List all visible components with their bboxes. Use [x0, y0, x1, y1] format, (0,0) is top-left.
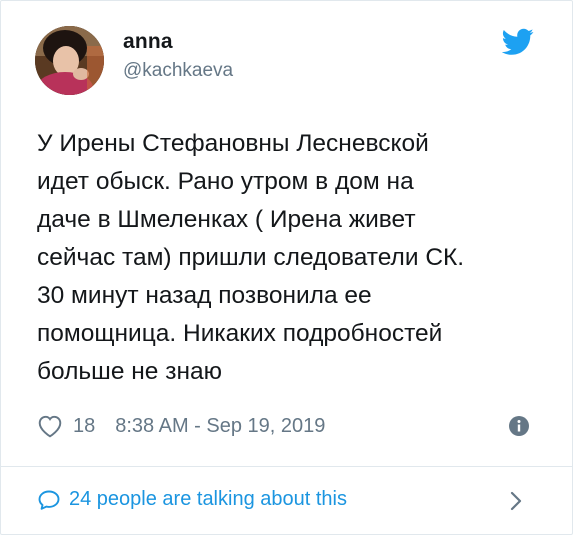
tweet-card: anna @kachkaeva У Ирены Стефановны Лесне…: [0, 0, 573, 535]
timestamp[interactable]: 8:38 AM - Sep 19, 2019: [115, 415, 325, 438]
speech-bubble-icon: [37, 489, 61, 511]
twitter-bird-icon[interactable]: [501, 28, 534, 56]
avatar[interactable]: [35, 26, 104, 95]
author-handle[interactable]: @kachkaeva: [123, 60, 233, 82]
talking-link[interactable]: 24 people are talking about this: [37, 488, 347, 511]
like-count[interactable]: 18: [73, 415, 95, 438]
avatar-image: [35, 26, 104, 95]
heart-icon[interactable]: [37, 414, 63, 438]
divider: [1, 466, 573, 467]
talking-label: 24 people are talking about this: [69, 488, 347, 510]
tweet-text: У Ирены Стефановны Лесневской идет обыск…: [37, 130, 465, 385]
info-icon[interactable]: [508, 415, 530, 437]
chevron-right-icon[interactable]: [509, 490, 523, 512]
tweet-meta: 18 8:38 AM - Sep 19, 2019: [37, 411, 325, 441]
author-name[interactable]: anna: [123, 30, 173, 54]
